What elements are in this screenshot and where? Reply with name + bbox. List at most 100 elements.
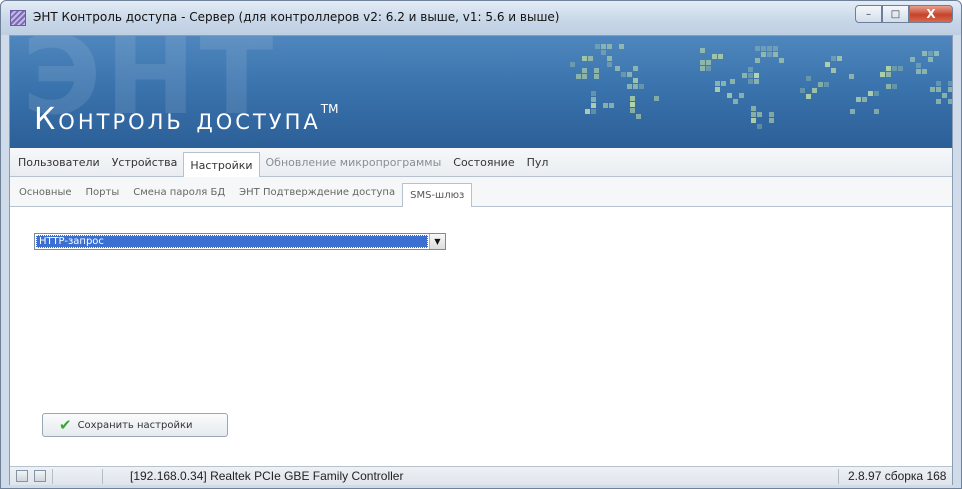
banner-pixel: [757, 112, 762, 117]
subtab-general[interactable]: Основные: [12, 182, 79, 202]
version-text: 2.8.97 сборка 168: [848, 469, 947, 483]
banner-pixel: [582, 68, 587, 73]
banner-pixel: [757, 124, 762, 129]
banner-pixel: [721, 81, 726, 86]
trademark-mark: TM: [320, 102, 339, 116]
minimize-button[interactable]: –: [855, 5, 882, 23]
dropdown-arrow-icon[interactable]: ▼: [429, 234, 445, 249]
client-area: ЭНТ Контроль доступаTM Пользователи Устр…: [9, 35, 953, 485]
banner-pixel: [936, 99, 941, 104]
banner-pixel: [582, 74, 587, 79]
tab-status[interactable]: Состояние: [447, 151, 520, 173]
gateway-type-value: HTTP-запрос: [36, 235, 428, 248]
banner-pixel: [754, 79, 759, 84]
banner-pixel: [627, 84, 632, 89]
banner-pixel: [779, 58, 784, 63]
banner-title-text: Контроль доступа: [34, 102, 321, 137]
banner-pixel: [948, 81, 952, 86]
banner-pixel: [942, 93, 947, 98]
banner-pixel: [630, 96, 635, 101]
banner-pixel: [700, 60, 705, 65]
tab-users[interactable]: Пользователи: [12, 151, 106, 173]
close-icon: X: [926, 7, 936, 21]
banner-pixel: [773, 46, 778, 51]
banner-pixel: [892, 84, 897, 89]
banner-pixel: [609, 103, 614, 108]
banner-pixel: [767, 46, 772, 51]
banner-pixel: [880, 72, 885, 77]
subtab-label: SMS-шлюз: [410, 190, 465, 201]
tab-firmware-update[interactable]: Обновление микропрограммы: [260, 151, 448, 173]
banner-pixel: [755, 46, 760, 51]
banner-pixel: [607, 56, 612, 61]
banner-pixel: [936, 81, 941, 86]
banner-pixel: [874, 109, 879, 114]
tab-label: Настройки: [190, 158, 253, 172]
banner-pixel: [837, 56, 842, 61]
banner-pixel: [948, 87, 952, 92]
banner-pixel: [892, 66, 897, 71]
banner-pixel: [715, 87, 720, 92]
subtab-access-confirmation[interactable]: ЭНТ Подтверждение доступа: [232, 182, 402, 202]
banner-pixel: [748, 73, 753, 78]
window-controls: – □ X: [855, 5, 953, 23]
banner-pixel: [748, 67, 753, 72]
header-banner: ЭНТ Контроль доступаTM: [10, 36, 952, 148]
banner-pixel: [936, 87, 941, 92]
banner-pixel: [862, 97, 867, 102]
banner-pixel: [591, 109, 596, 114]
banner-pixel: [886, 66, 891, 71]
subtab-label: Основные: [19, 186, 72, 198]
save-settings-button[interactable]: ✔ Сохранить настройки: [42, 413, 228, 437]
tab-label: Устройства: [111, 155, 178, 169]
banner-pixel: [588, 56, 593, 61]
banner-pixel: [922, 51, 927, 56]
banner-pixel: [767, 52, 772, 57]
tab-settings[interactable]: Настройки: [183, 152, 260, 177]
banner-pixel: [874, 91, 879, 96]
tab-label: Состояние: [453, 155, 515, 169]
title-bar[interactable]: ЭНТ Контроль доступа - Сервер (для контр…: [1, 1, 961, 35]
subtab-ports[interactable]: Порты: [79, 182, 127, 202]
banner-pixel: [934, 51, 939, 56]
banner-pixel: [928, 57, 933, 62]
tab-pool[interactable]: Пул: [521, 151, 555, 173]
main-tab-bar: Пользователи Устройства Настройки Обновл…: [10, 148, 952, 177]
banner-pixel: [898, 66, 903, 71]
banner-pixel: [706, 66, 711, 71]
subtab-db-password[interactable]: Смена пароля БД: [126, 182, 232, 202]
gateway-type-select[interactable]: HTTP-запрос ▼: [34, 233, 446, 250]
banner-pixel: [700, 66, 705, 71]
banner-pixel: [818, 82, 823, 87]
banner-pixel: [910, 57, 915, 62]
minimize-icon: –: [866, 8, 871, 20]
banner-pixel: [630, 108, 635, 113]
banner-pixel: [594, 68, 599, 73]
maximize-button[interactable]: □: [882, 5, 909, 23]
banner-pixel: [621, 72, 626, 77]
banner-pixel: [916, 63, 921, 68]
close-button[interactable]: X: [909, 5, 953, 23]
banner-pixel: [570, 62, 575, 67]
banner-pixel: [773, 52, 778, 57]
banner-pixel: [742, 73, 747, 78]
banner-pixel: [595, 44, 600, 49]
banner-pixel: [630, 102, 635, 107]
banner-pixel: [591, 91, 596, 96]
maximize-icon: □: [890, 8, 901, 20]
save-settings-label: Сохранить настройки: [77, 419, 193, 431]
tab-devices[interactable]: Устройства: [106, 151, 184, 173]
banner-pixel: [607, 62, 612, 67]
subtab-sms-gateway[interactable]: SMS-шлюз: [402, 183, 473, 207]
subtab-label: ЭНТ Подтверждение доступа: [239, 186, 396, 198]
tab-label: Пул: [526, 155, 549, 169]
banner-pixel: [607, 44, 612, 49]
banner-pixel: [594, 74, 599, 79]
banner-pixel: [812, 88, 817, 93]
tab-label: Обновление микропрограммы: [265, 155, 442, 169]
banner-pixel: [754, 73, 759, 78]
banner-pixel: [639, 84, 644, 89]
banner-pixel: [591, 97, 596, 102]
banner-pixel: [748, 79, 753, 84]
banner-pixel: [619, 44, 624, 49]
